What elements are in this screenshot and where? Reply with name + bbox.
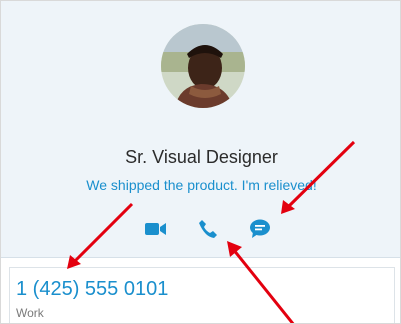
contact-profile-window: Sr. Visual Designer We shipped the produ… (0, 0, 401, 324)
phone-number-link[interactable]: 1 (425) 555 0101 (16, 278, 168, 301)
job-title: Sr. Visual Designer (125, 147, 278, 167)
send-message-button[interactable] (245, 215, 275, 243)
section-divider (1, 257, 400, 258)
chat-bubble-icon (250, 219, 270, 238)
phone-number-card[interactable]: 1 (425) 555 0101 Work (9, 267, 395, 323)
video-camera-icon (145, 223, 166, 235)
audio-call-button[interactable] (193, 215, 223, 243)
avatar-image (161, 24, 245, 108)
profile-header: Sr. Visual Designer We shipped the produ… (1, 1, 400, 257)
video-call-button[interactable] (141, 215, 171, 243)
phone-type-label: Work (16, 306, 44, 320)
action-bar (141, 215, 271, 243)
mood-message: We shipped the product. I'm relieved! (86, 177, 317, 193)
avatar[interactable] (161, 24, 245, 108)
phone-icon (199, 220, 217, 238)
